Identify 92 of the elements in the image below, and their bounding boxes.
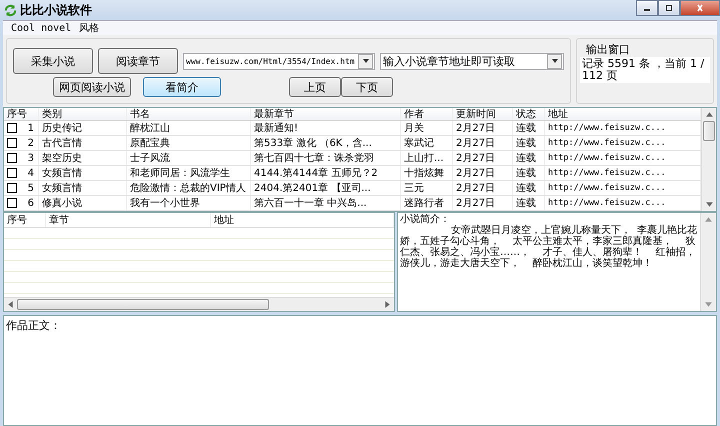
column-header[interactable]: 更新时间	[453, 108, 513, 120]
table-cell: 古代言情	[39, 136, 127, 150]
column-header[interactable]: 序号	[4, 213, 46, 227]
checkbox[interactable]	[7, 153, 17, 163]
action-button[interactable]: 看简介	[143, 77, 221, 97]
table-cell: 第533章 激化 （6K，含...	[251, 136, 401, 150]
column-header[interactable]: 书名	[127, 108, 251, 120]
table-cell: 6	[20, 196, 39, 210]
table-cell: 连载	[513, 151, 545, 165]
minimize-button[interactable]	[636, 0, 658, 16]
page-button[interactable]: 上页	[289, 77, 341, 97]
scroll-up-icon[interactable]	[704, 110, 714, 119]
table-cell: 危险激情：总裁的VIP情人	[127, 181, 251, 195]
table-cell: 2月27日	[453, 181, 513, 195]
checkbox[interactable]	[7, 198, 17, 208]
action-button[interactable]: 采集小说	[13, 48, 93, 74]
table-cell: 2	[20, 136, 39, 150]
table-cell: 最新通知!	[251, 121, 401, 135]
refresh-arrows-icon	[4, 4, 17, 16]
output-text: 记录 5591 条 ，当前 1 / 112 页	[580, 57, 710, 83]
close-icon	[695, 4, 705, 12]
table-cell: 2月27日	[453, 151, 513, 165]
table-cell: 架空历史	[39, 151, 127, 165]
table-cell: 历史传记	[39, 121, 127, 135]
table-cell: 原配宝典	[127, 136, 251, 150]
scroll-right-icon[interactable]	[383, 300, 392, 309]
maximize-button[interactable]	[658, 0, 680, 16]
table-cell: 2月27日	[453, 136, 513, 150]
horizontal-scrollbar[interactable]	[4, 297, 394, 311]
table-cell: 迷路行者	[401, 196, 453, 210]
checkbox[interactable]	[7, 183, 17, 193]
window-title: 比比小说软件	[20, 2, 92, 18]
table-cell: 士子风流	[127, 151, 251, 165]
vertical-scrollbar[interactable]	[701, 108, 716, 211]
table-cell: 女频言情	[39, 166, 127, 180]
table-cell: 女频言情	[39, 181, 127, 195]
table-cell: 连载	[513, 181, 545, 195]
column-header[interactable]: 作者	[401, 108, 453, 120]
scroll-thumb[interactable]	[17, 299, 269, 310]
body-label: 作品正文：	[6, 319, 61, 332]
menu-item[interactable]: 风格	[79, 21, 100, 35]
menu-item[interactable]: Cool novel	[11, 22, 72, 34]
column-header[interactable]: 状态	[513, 108, 545, 120]
table-cell: 连载	[513, 196, 545, 210]
intro-label: 小说简介：	[400, 214, 451, 225]
table-cell: 修真小说	[39, 196, 127, 210]
maximize-icon	[664, 4, 674, 12]
column-header[interactable]: 地址	[211, 213, 394, 227]
url-combo[interactable]: www.feisuzw.com/Html/3554/Index.htm	[183, 52, 375, 70]
table-cell: 2月27日	[453, 121, 513, 135]
checkbox[interactable]	[7, 138, 17, 148]
table-cell: 我有一个小世界	[127, 196, 251, 210]
table-cell: 1	[20, 121, 39, 135]
close-button[interactable]	[680, 0, 720, 16]
table-cell: 第七百四十七章：诛杀党羽	[251, 151, 401, 165]
table-cell: 3	[20, 151, 39, 165]
table-cell: 连载	[513, 121, 545, 135]
table-cell: 醉枕江山	[127, 121, 251, 135]
column-header[interactable]: 序号	[4, 108, 39, 120]
table-cell: 连载	[513, 136, 545, 150]
scroll-down-icon[interactable]	[704, 200, 714, 209]
dropdown-arrow-icon	[362, 56, 370, 64]
scroll-thumb[interactable]	[703, 121, 715, 141]
table-cell: 2月27日	[453, 166, 513, 180]
table-cell: 2月27日	[453, 196, 513, 210]
table-cell: 第六百一十一章 中兴岛...	[251, 196, 401, 210]
table-cell: 月关	[401, 121, 453, 135]
table-cell: 十指炫舞	[401, 166, 453, 180]
checkbox[interactable]	[7, 168, 17, 178]
body-text-area[interactable]: 作品正文：	[3, 315, 717, 426]
column-header[interactable]: 最新章节	[251, 108, 401, 120]
column-header[interactable]: 章节	[46, 213, 211, 227]
action-button[interactable]: 网页阅读小说	[53, 77, 131, 97]
chapter-url-combo[interactable]: 输入小说章节地址即可读取	[380, 52, 564, 70]
table-cell: 2404.第2401章 【亚司...	[251, 181, 401, 195]
table-cell: 连载	[513, 166, 545, 180]
table-cell: 4	[20, 166, 39, 180]
group-title: 输出窗口	[585, 42, 631, 57]
action-button[interactable]: 阅读章节	[98, 48, 178, 74]
table-cell: 4144.第4144章 五师兄？2	[251, 166, 401, 180]
table-cell: 寒武记	[401, 136, 453, 150]
intro-text: 女帝武曌日月凌空，上官婉儿称量天下， 李裹儿艳比花娇，五姓子勾心斗角， 太平公主难太平，李家三郎真隆基， 狄仁杰、张易之、冯小宝……， 才子、佳人、屠狗辈！ 红袖招，游侠儿，游走大唐天空下， 醉卧枕江山，谈笑望乾坤！	[400, 225, 698, 269]
table-cell: 三元	[401, 181, 453, 195]
column-header[interactable]: 类别	[39, 108, 127, 120]
dropdown-arrow-icon	[550, 56, 558, 64]
table-cell: 和老师同居：风流学生	[127, 166, 251, 180]
page-button[interactable]: 下页	[341, 77, 393, 97]
intro-text-area[interactable]: 小说简介： 女帝武曌日月凌空，上官婉儿称量天下， 李裹儿艳比花娇，五姓子勾心斗角， 太平公主难太平，李家三郎真隆基， 狄仁杰、张易之、冯小宝……， 才子、佳人、屠狗辈！ 红袖招，游侠儿，游走大唐天空下， 醉卧枕江山，谈笑望乾坤！	[397, 212, 717, 312]
table-cell: 5	[20, 181, 39, 195]
checkbox[interactable]	[7, 123, 17, 133]
table-cell: 上山打...	[401, 151, 453, 165]
scroll-left-icon[interactable]	[6, 300, 15, 309]
